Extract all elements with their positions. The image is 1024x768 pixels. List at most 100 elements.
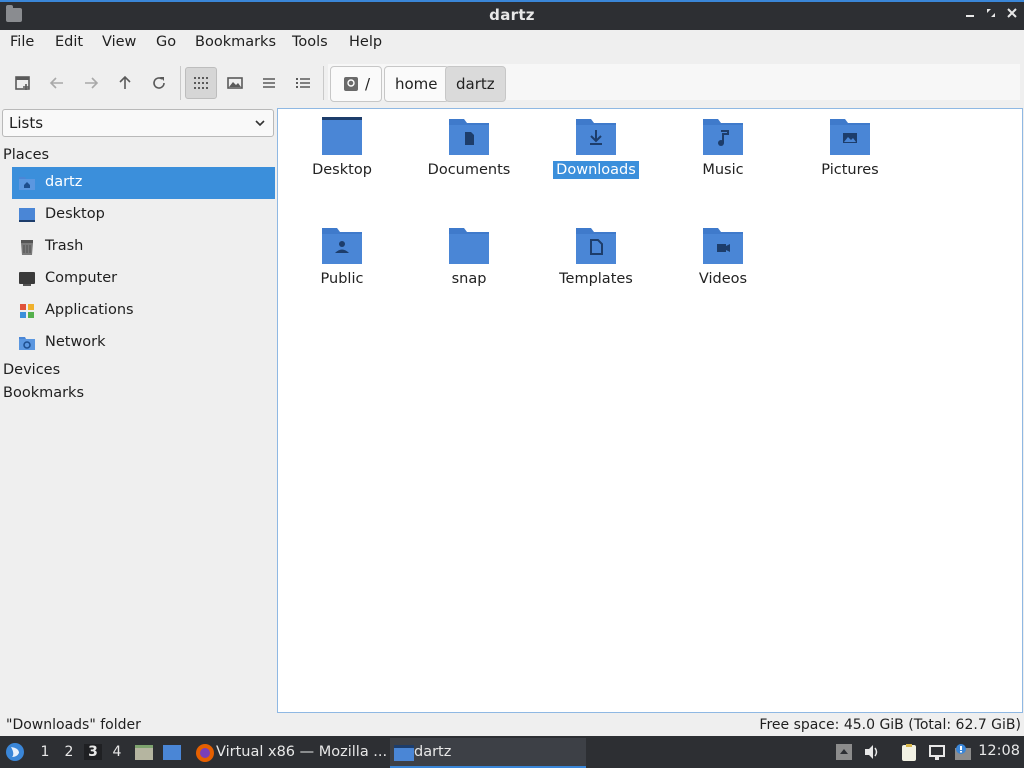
list-compact-icon [263,78,275,88]
menu-go[interactable]: Go [156,34,176,50]
tray-updates[interactable] [954,743,972,761]
close-button[interactable] [1004,7,1020,23]
menu-file[interactable]: File [10,34,34,50]
maximize-button[interactable] [983,7,999,23]
sidebar-item-desktop[interactable]: Desktop [12,199,275,231]
drive-icon [344,77,358,91]
folder-item-snap[interactable]: snap [414,218,524,298]
minimize-button[interactable] [962,7,978,23]
free-space-status: Free space: 45.0 GiB (Total: 62.7 GiB) [759,717,1021,733]
sidebar-item-computer[interactable]: Computer [12,263,275,295]
file-name: Music [702,162,744,178]
side-pane-mode-value: Lists [9,114,44,132]
volume-icon [865,745,878,759]
compact-view-button[interactable] [256,70,282,96]
folder-item-music[interactable]: Music [668,109,778,189]
selection-status: "Downloads" folder [6,717,141,733]
arrow-right-icon [85,77,99,89]
toolbar: / home dartz [0,58,1024,106]
folder-item-desktop[interactable]: Desktop [287,109,397,189]
public-folder-icon [322,228,362,264]
sidebar-item-label: Trash [45,238,84,254]
back-button[interactable] [44,70,70,96]
trash-icon [21,240,33,255]
clock[interactable]: 12:08 [978,743,1020,759]
computer-icon [19,272,35,286]
update-notifier-icon [955,744,971,760]
workspace-1[interactable]: 1 [36,744,54,760]
tray-expander[interactable] [835,743,853,761]
workspace-4[interactable]: 4 [108,744,126,760]
home-folder-icon [19,177,35,190]
folder-icon [394,745,414,761]
detailed-view-button[interactable] [290,70,316,96]
quicklaunch-show-desktop[interactable] [162,742,182,762]
folder-item-videos[interactable]: Videos [668,218,778,298]
network-icon [19,337,35,350]
list-detail-icon [296,78,310,88]
menu-help[interactable]: Help [349,34,382,50]
tray-clipboard[interactable] [900,743,918,761]
file-view[interactable]: Desktop Documents Downloads Music Pictur… [277,108,1023,713]
icon-view-button[interactable] [185,67,217,99]
workspace-2[interactable]: 2 [60,744,78,760]
forward-button[interactable] [78,70,104,96]
devices-header[interactable]: Devices [3,362,60,378]
sidebar-item-label: dartz [45,174,83,190]
grid-view-icon [194,77,208,89]
chevron-up-icon [836,744,852,760]
menu-view[interactable]: View [102,34,136,50]
sidebar: Lists Places dartz Desktop Trash Compute… [0,108,276,712]
workspace-3[interactable]: 3 [84,744,102,760]
start-menu-button[interactable] [5,742,25,762]
reload-button[interactable] [146,70,172,96]
quicklaunch-file-manager[interactable] [134,742,154,762]
desktop-icon [163,745,181,760]
task-dartz[interactable]: dartz [390,738,586,768]
new-tab-button[interactable] [10,70,36,96]
window-title: dartz [489,6,535,24]
task-firefox[interactable]: Virtual x86 — Mozilla ... [192,738,388,768]
breadcrumb-home[interactable]: home [384,66,449,102]
file-name: Desktop [312,162,372,178]
sidebar-item-network[interactable]: Network [12,327,275,359]
folder-item-public[interactable]: Public [287,218,397,298]
menu-edit[interactable]: Edit [55,34,83,50]
folder-item-documents[interactable]: Documents [414,109,524,189]
folder-item-pictures[interactable]: Pictures [795,109,905,189]
task-label: Virtual x86 — Mozilla ... [216,744,388,760]
menu-bar: File Edit View Go Bookmarks Tools Help [0,30,1024,56]
arrow-up-icon [119,75,131,89]
menu-tools[interactable]: Tools [292,34,328,50]
music-folder-icon [703,119,743,155]
menu-bookmarks[interactable]: Bookmarks [195,34,276,50]
tray-volume[interactable] [863,743,881,761]
documents-folder-icon [449,119,489,155]
bookmarks-header[interactable]: Bookmarks [3,385,84,401]
up-button[interactable] [112,70,138,96]
sidebar-item-label: Network [45,334,106,350]
file-name: Templates [559,271,633,287]
sidebar-item-dartz[interactable]: dartz [12,167,275,199]
places-header[interactable]: Places [3,147,49,163]
new-tab-icon [15,76,30,90]
pictures-folder-icon [830,119,870,155]
file-name: Videos [698,271,748,287]
sidebar-item-label: Desktop [45,206,105,222]
thumbnail-view-button[interactable] [222,70,248,96]
sidebar-item-label: Applications [45,302,134,318]
breadcrumb-dartz[interactable]: dartz [445,66,506,102]
toolbar-separator [323,66,324,100]
side-pane-mode-select[interactable]: Lists [2,109,274,137]
breadcrumb-root-label: / [365,75,371,93]
folder-item-templates[interactable]: Templates [541,218,651,298]
desktop-icon [19,208,35,222]
arrow-left-icon [49,77,63,89]
file-name: Public [320,271,364,287]
folder-item-downloads[interactable]: Downloads [541,109,651,189]
videos-folder-icon [703,228,743,264]
sidebar-item-applications[interactable]: Applications [12,295,275,327]
tray-network[interactable] [928,743,946,761]
sidebar-item-trash[interactable]: Trash [12,231,275,263]
breadcrumb-root[interactable]: / [330,66,382,102]
